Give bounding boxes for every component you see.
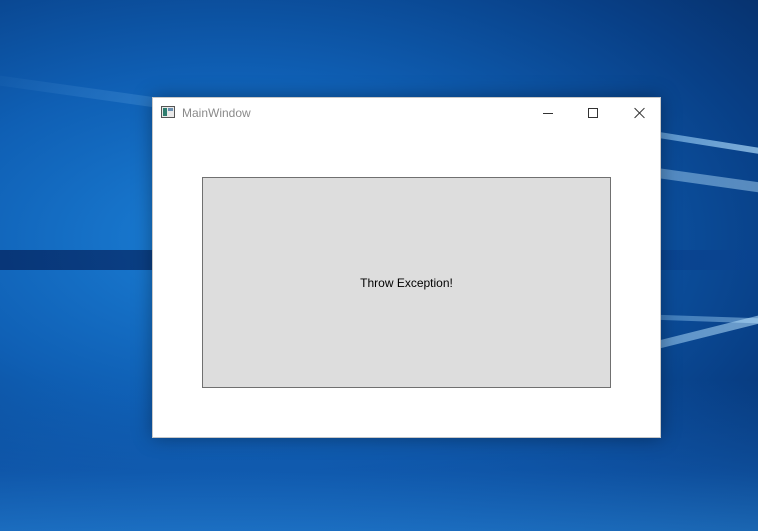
window-client-area: Throw Exception!	[153, 127, 660, 437]
close-button[interactable]	[616, 98, 662, 127]
close-icon	[634, 107, 645, 118]
maximize-icon	[588, 107, 598, 118]
window-app-icon[interactable]	[161, 106, 175, 118]
minimize-icon	[543, 112, 553, 114]
throw-exception-button[interactable]: Throw Exception!	[202, 177, 611, 388]
minimize-button[interactable]	[525, 98, 571, 127]
window-title: MainWindow	[182, 106, 251, 120]
maximize-button[interactable]	[570, 98, 616, 127]
main-window: MainWindow Throw Exception!	[152, 97, 661, 438]
window-titlebar[interactable]: MainWindow	[153, 98, 660, 127]
